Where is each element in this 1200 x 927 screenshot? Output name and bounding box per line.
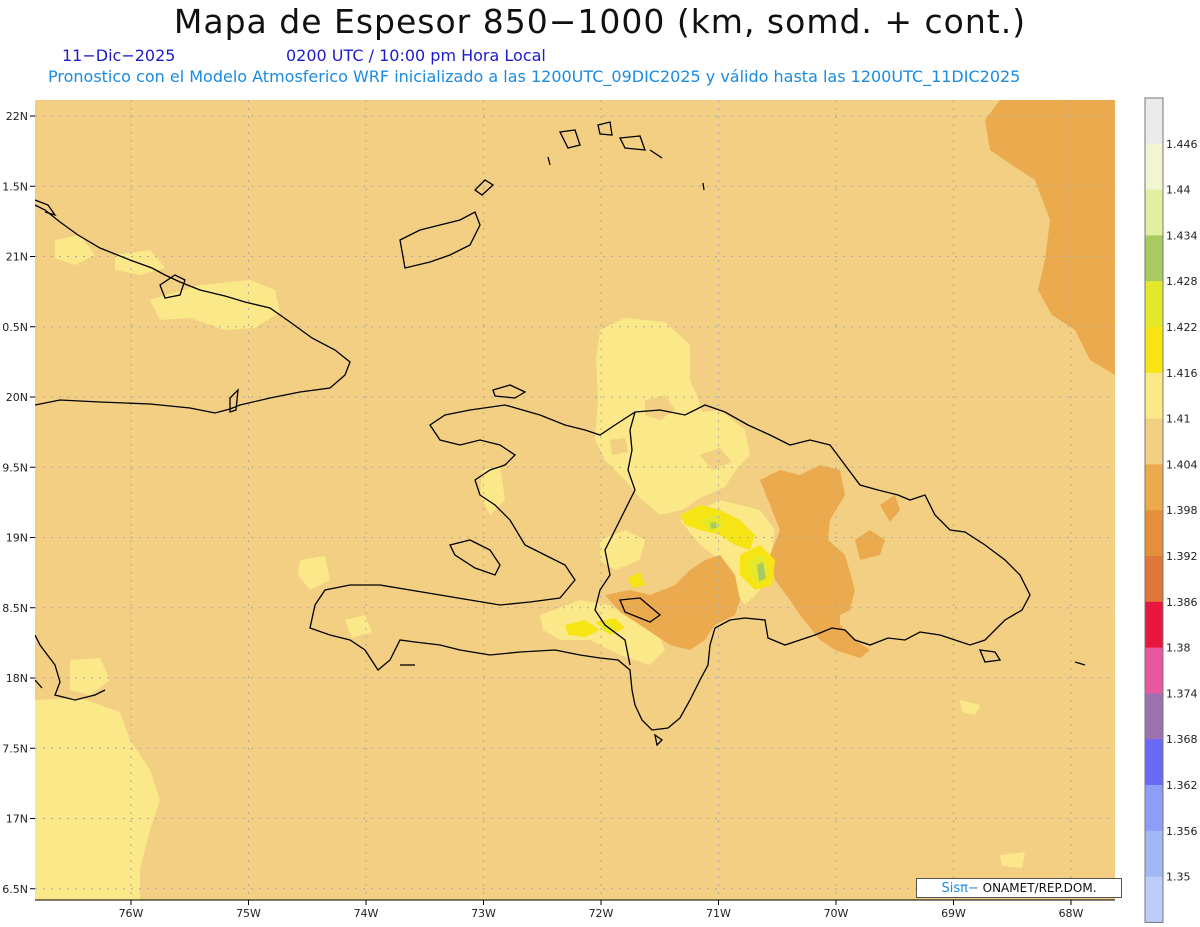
colorbar-label: 1.398 [1166, 504, 1198, 517]
lon-tick-label: 72W [589, 907, 614, 920]
colorbar-swatch [1145, 98, 1163, 145]
lat-tick-label: 21N [6, 251, 28, 264]
colorbar-label: 1.356 [1166, 825, 1198, 838]
colorbar: 1.446 1.44 1.434 1.428 1.422 1.416 1.41 1.404 1.… [1144, 97, 1198, 923]
colorbar-swatch [1145, 372, 1163, 420]
credit-brand: Sisπ− [941, 881, 979, 896]
lat-tick-label: 20N [6, 391, 28, 404]
colorbar-swatch [1145, 693, 1163, 740]
colorbar-swatch [1145, 464, 1163, 511]
colorbar-label: 1.404 [1166, 458, 1198, 471]
lat-tick-label: 17N [6, 813, 28, 826]
colorbar-label: 1.422 [1166, 321, 1198, 334]
lat-tick-label: 18N [6, 672, 28, 685]
lon-tick-label: 69W [941, 907, 966, 920]
lat-tick-label: 0.5N [2, 321, 28, 334]
lat-tick-label: 7.5N [2, 742, 28, 755]
colorbar-label: 1.386 [1166, 596, 1198, 609]
colorbar-swatch [1145, 235, 1163, 282]
credit-badge: Sisπ− ONAMET/REP.DOM. [916, 878, 1122, 898]
colorbar-swatch [1145, 418, 1163, 465]
lat-tick-label: 1.5N [2, 180, 28, 193]
colorbar-swatch [1145, 601, 1163, 649]
lat-tick-label: 19N [6, 532, 28, 545]
lat-tick-label: 22N [6, 110, 28, 123]
lon-tick-label: 68W [1059, 907, 1084, 920]
colorbar-swatch [1145, 830, 1163, 878]
lon-tick-label: 71W [706, 907, 731, 920]
colorbar-label: 1.428 [1166, 275, 1198, 288]
lat-tick-label: 8.5N [2, 602, 28, 615]
colorbar-label: 1.368 [1166, 733, 1198, 746]
colorbar-swatch [1145, 876, 1163, 923]
colorbar-label: 1.35 [1166, 871, 1191, 884]
longitude-labels: 76W 75W 74W 73W 72W 71W 70W 69W 68W [119, 900, 1084, 920]
colorbar-swatch [1145, 327, 1163, 374]
colorbar-label: 1.362 [1166, 779, 1198, 792]
lon-tick-label: 73W [471, 907, 496, 920]
colorbar-label: 1.416 [1166, 367, 1198, 380]
lon-tick-label: 76W [119, 907, 144, 920]
latitude-labels: 22N 1.5N 21N 0.5N 20N 9.5N 19N 8.5N 18N 7.5N 17N 6.… [2, 110, 35, 896]
lat-tick-label: 9.5N [2, 461, 28, 474]
colorbar-label: 1.392 [1166, 550, 1198, 563]
lon-tick-label: 75W [236, 907, 261, 920]
credit-org: ONAMET/REP.DOM. [978, 881, 1097, 895]
colorbar-swatch [1145, 143, 1163, 191]
lon-tick-label: 70W [824, 907, 849, 920]
colorbar-swatch [1145, 556, 1163, 603]
colorbar-swatch [1145, 739, 1163, 786]
thickness-map: 22N 1.5N 21N 0.5N 20N 9.5N 19N 8.5N 18N 7.5N 17N 6.… [2, 97, 1198, 923]
colorbar-label: 1.38 [1166, 642, 1191, 655]
colorbar-label: 1.41 [1166, 413, 1191, 426]
colorbar-swatch [1145, 785, 1163, 832]
lon-tick-label: 74W [354, 907, 379, 920]
colorbar-label: 1.446 [1166, 138, 1198, 151]
colorbar-swatch [1145, 281, 1163, 328]
colorbar-swatch [1145, 510, 1163, 557]
colorbar-swatch [1145, 189, 1163, 236]
colorbar-label: 1.44 [1166, 184, 1191, 197]
colorbar-label: 1.434 [1166, 229, 1198, 242]
lat-tick-label: 6.5N [2, 883, 28, 896]
colorbar-label: 1.374 [1166, 687, 1198, 700]
colorbar-swatch [1145, 647, 1163, 694]
